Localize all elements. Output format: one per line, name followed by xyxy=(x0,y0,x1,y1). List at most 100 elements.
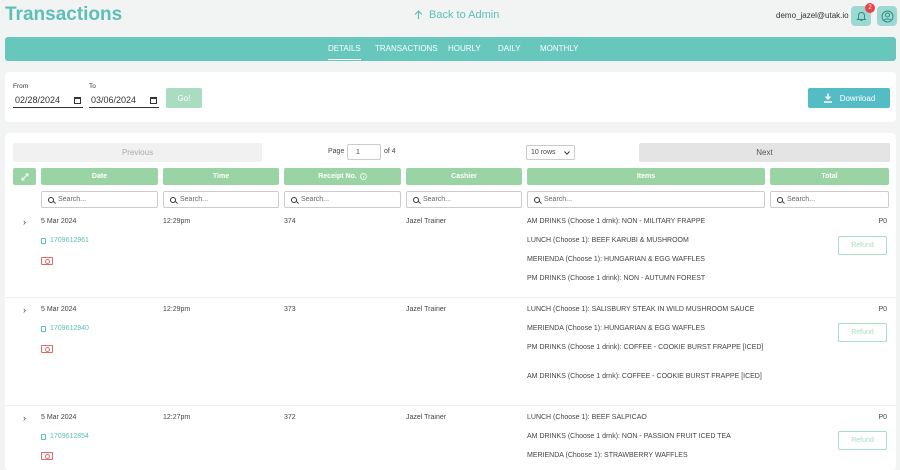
download-label: Download xyxy=(839,93,876,103)
row-item: PM DRINKS (Choose 1 drink): COFFEE - COO… xyxy=(527,344,764,351)
page-title: Transactions xyxy=(5,4,123,25)
user-circle-icon xyxy=(881,10,893,22)
profile-button[interactable] xyxy=(877,6,897,26)
app-header: Transactions Back to Admin demo_jazel@ut… xyxy=(0,0,900,34)
row-divider xyxy=(5,405,896,406)
row-cashier: Jazel Trainer xyxy=(406,414,447,421)
tab-daily[interactable]: DAILY xyxy=(498,44,521,53)
notification-badge: 2 xyxy=(865,3,875,13)
cash-icon xyxy=(41,452,53,460)
tab-hourly[interactable]: HOURLY xyxy=(448,44,481,53)
search-placeholder: Search... xyxy=(544,196,573,203)
next-page-button[interactable]: Next xyxy=(639,143,890,162)
copy-icon xyxy=(41,237,46,244)
row-total: P0 xyxy=(878,414,887,421)
row-time: 12:27pm xyxy=(163,414,191,421)
to-label: To xyxy=(89,83,96,90)
date-filter-card: From 02/28/2024 To 03/06/2024 Go! Downlo… xyxy=(5,72,896,122)
total-search-input[interactable]: Search... xyxy=(770,191,889,208)
search-placeholder: Search... xyxy=(787,196,816,203)
items-search-input[interactable]: Search... xyxy=(527,191,765,208)
search-placeholder: Search... xyxy=(301,196,330,203)
refund-button[interactable]: Refund xyxy=(838,323,887,342)
chevron-right-icon[interactable]: › xyxy=(23,305,26,315)
order-id-text: 1709612961 xyxy=(50,237,89,244)
receipt-search-input[interactable]: Search... xyxy=(284,191,401,208)
to-date-input[interactable]: 03/06/2024 xyxy=(89,93,159,108)
date-search-input[interactable]: Search... xyxy=(41,191,158,208)
row-item: LUNCH (Choose 1): SALISBURY STEAK IN WIL… xyxy=(527,306,755,313)
row-item: AM DRINKS (Choose 1 drnk): COFFEE - COOK… xyxy=(527,373,762,380)
tab-transactions[interactable]: TRANSACTIONS xyxy=(375,44,438,53)
chevron-right-icon[interactable]: › xyxy=(23,413,26,423)
info-icon xyxy=(359,173,367,180)
page-total: of 4 xyxy=(384,148,396,155)
column-header-receipt[interactable]: Receipt No. xyxy=(284,168,401,185)
row-item: AM DRINKS (Choose 1 drnk): NON - MILITAR… xyxy=(527,218,706,225)
download-button[interactable]: Download xyxy=(808,88,890,108)
expand-all-header[interactable] xyxy=(13,168,36,185)
cashier-search-input[interactable]: Search... xyxy=(406,191,522,208)
column-header-time[interactable]: Time xyxy=(163,168,279,185)
calendar-icon[interactable] xyxy=(74,96,81,104)
search-placeholder: Search... xyxy=(180,196,209,203)
tab-details[interactable]: DETAILS xyxy=(328,44,361,60)
previous-page-button[interactable]: Previous xyxy=(13,143,262,162)
to-date-value: 03/06/2024 xyxy=(91,95,137,105)
column-header-cashier[interactable]: Cashier xyxy=(406,168,522,185)
cash-icon xyxy=(41,257,53,265)
arrow-up-icon xyxy=(414,10,423,19)
row-total: P0 xyxy=(878,306,887,313)
copy-icon xyxy=(41,433,46,440)
row-date: 5 Mar 2024 xyxy=(41,414,77,421)
column-header-items[interactable]: Items xyxy=(527,168,765,185)
download-icon xyxy=(823,93,832,103)
row-order-id[interactable]: 1709612961 xyxy=(41,237,89,244)
row-receipt: 374 xyxy=(284,218,296,225)
tab-monthly[interactable]: MONTHLY xyxy=(540,44,579,53)
from-label: From xyxy=(13,83,29,90)
row-order-id[interactable]: 1709612940 xyxy=(41,325,89,332)
notifications-button[interactable]: 2 xyxy=(851,3,875,26)
time-search-input[interactable]: Search... xyxy=(163,191,279,208)
chevron-down-icon xyxy=(564,150,570,155)
user-email: demo_jazel@utak.io xyxy=(776,11,849,20)
row-item: MERIENDA (Choose 1): HUNGARIAN & EGG WAF… xyxy=(527,256,705,263)
row-receipt: 372 xyxy=(284,414,296,421)
refund-button[interactable]: Refund xyxy=(838,431,887,450)
chevron-right-icon[interactable]: › xyxy=(23,217,26,227)
search-placeholder: Search... xyxy=(423,196,452,203)
row-time: 12:29pm xyxy=(163,306,191,313)
row-total: P0 xyxy=(878,218,887,225)
row-divider xyxy=(5,297,896,298)
report-tabs: DETAILS TRANSACTIONS HOURLY DAILY MONTHL… xyxy=(5,37,896,61)
row-item: MERIENDA (Choose 1): STRAWBERRY WAFFLES xyxy=(527,452,688,459)
row-order-id[interactable]: 1709612854 xyxy=(41,433,89,440)
search-icon xyxy=(48,196,54,203)
row-date: 5 Mar 2024 xyxy=(41,218,77,225)
row-item: LUNCH (Choose 1): BEEF SALPICAO xyxy=(527,414,647,421)
rows-per-page-select[interactable]: 10 rows xyxy=(526,145,575,160)
copy-icon xyxy=(41,325,46,332)
row-receipt: 373 xyxy=(284,306,296,313)
column-header-date[interactable]: Date xyxy=(41,168,158,185)
calendar-icon[interactable] xyxy=(150,96,157,104)
bell-icon xyxy=(855,11,867,21)
row-time: 12:29pm xyxy=(163,218,191,225)
back-to-admin-link[interactable]: Back to Admin xyxy=(414,9,499,21)
search-icon xyxy=(170,196,176,203)
search-icon xyxy=(777,196,783,203)
expand-arrows-icon xyxy=(21,173,28,180)
back-to-admin-label: Back to Admin xyxy=(429,9,500,21)
from-date-input[interactable]: 02/28/2024 xyxy=(13,93,83,108)
search-icon xyxy=(291,196,297,203)
rows-per-page-value: 10 rows xyxy=(531,149,556,156)
search-icon xyxy=(534,196,540,203)
from-date-value: 02/28/2024 xyxy=(15,95,61,105)
page-label: Page xyxy=(328,148,345,155)
column-header-total[interactable]: Total xyxy=(770,168,889,185)
refund-button[interactable]: Refund xyxy=(838,236,887,255)
page-number-input[interactable]: 1 xyxy=(347,144,381,160)
go-button[interactable]: Go! xyxy=(166,88,202,108)
search-icon xyxy=(413,196,419,203)
